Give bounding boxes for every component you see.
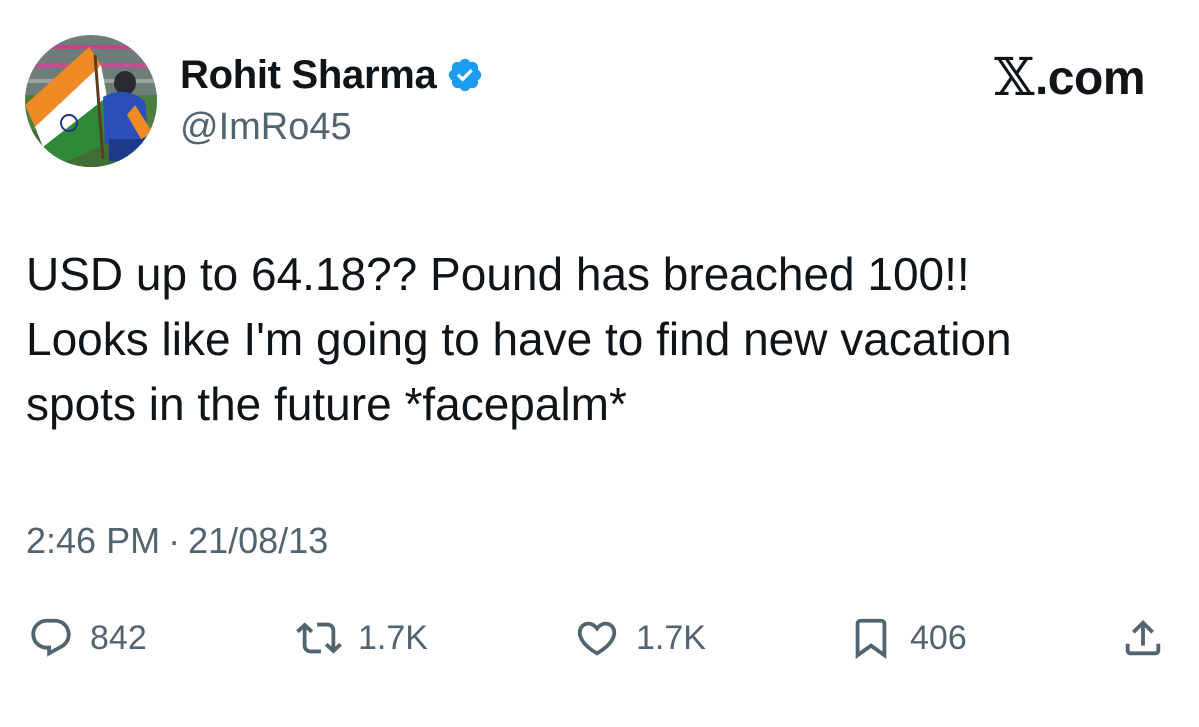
like-button[interactable]: 1.7K: [574, 608, 706, 668]
x-logo: 𝕏 .com: [994, 48, 1145, 108]
display-name[interactable]: Rohit Sharma: [180, 53, 437, 98]
bookmark-button[interactable]: 406: [848, 608, 967, 668]
x-logo-icon: 𝕏: [994, 48, 1034, 108]
tweet-line: USD up to 64.18?? Pound has breached 100…: [26, 248, 970, 300]
heart-icon: [577, 621, 617, 656]
tweet-line: spots in the future *facepalm*: [26, 378, 627, 430]
bookmark-icon: [855, 618, 887, 659]
timestamp-separator: ·: [168, 520, 181, 561]
author-name-row[interactable]: Rohit Sharma: [180, 50, 484, 100]
like-count: 1.7K: [636, 618, 706, 657]
repost-icon: [296, 622, 342, 654]
tweet-actions-bar: 842 1.7K 1.7K 406: [0, 608, 1199, 668]
tweet-text: USD up to 64.18?? Pound has breached 100…: [26, 242, 1166, 437]
profile-photo: [25, 35, 157, 167]
author-handle[interactable]: @ImRo45: [180, 106, 352, 149]
reply-icon: [31, 618, 71, 657]
tweet-line: Looks like I'm going to have to find new…: [26, 313, 1012, 365]
share-icon: [1125, 619, 1161, 656]
reply-button[interactable]: 842: [28, 608, 147, 668]
tweet-date[interactable]: 21/08/13: [188, 520, 328, 562]
reply-count: 842: [90, 618, 147, 657]
repost-button[interactable]: 1.7K: [296, 608, 428, 668]
avatar[interactable]: [25, 35, 157, 167]
bookmark-count: 406: [910, 618, 967, 657]
verified-badge-icon: [449, 58, 482, 92]
x-domain: .com: [1034, 51, 1146, 105]
tweet-timestamp[interactable]: 2:46 PM · 21/08/13: [26, 520, 328, 562]
share-button[interactable]: [1120, 608, 1166, 668]
repost-count: 1.7K: [358, 618, 428, 657]
tweet-time[interactable]: 2:46 PM: [26, 520, 160, 562]
